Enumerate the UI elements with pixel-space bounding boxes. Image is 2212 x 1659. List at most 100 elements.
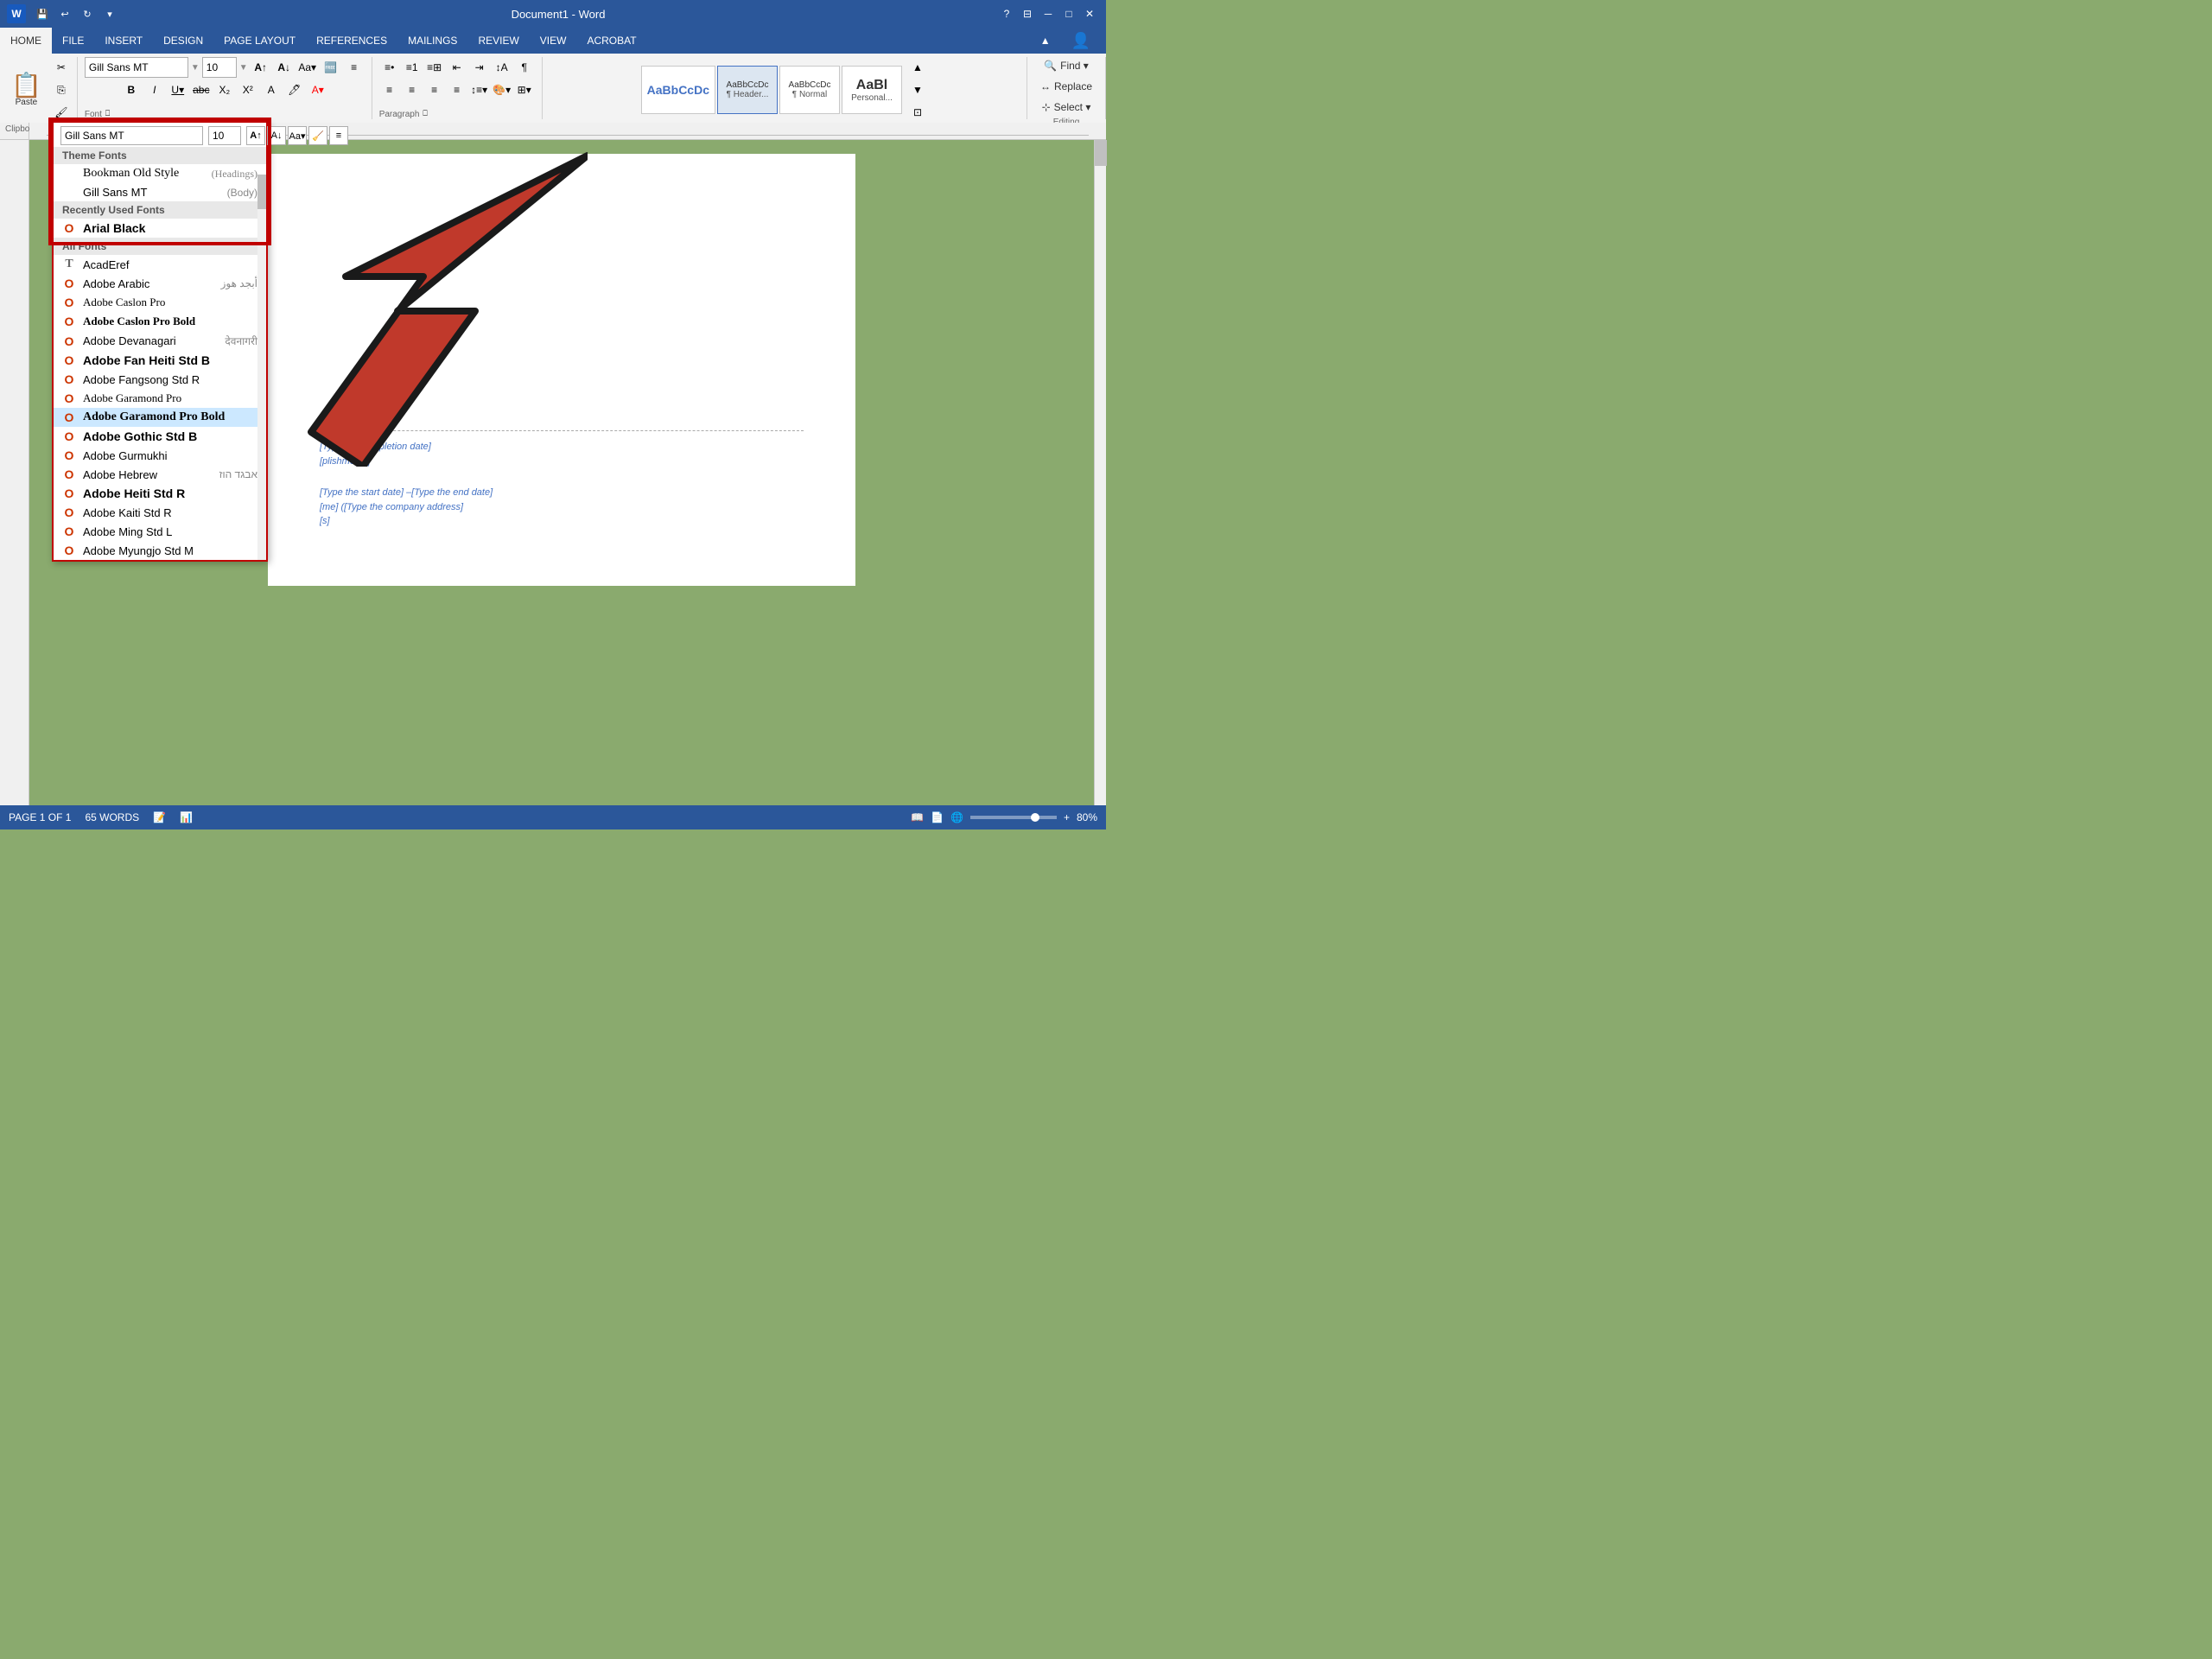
font-item-gillsans[interactable]: Gill Sans MT (Body) — [54, 183, 266, 201]
styles-more-btn[interactable]: ⊡ — [907, 102, 928, 123]
save-quick-btn[interactable]: 💾 — [33, 4, 52, 23]
text-effects-btn[interactable]: A — [261, 79, 282, 100]
find-btn[interactable]: 🔍 Find ▾ — [1038, 57, 1095, 74]
font-item-adobe-fanheiti[interactable]: O Adobe Fan Heiti Std B — [54, 351, 266, 370]
superscript-btn[interactable]: X² — [238, 79, 258, 100]
read-mode-icon[interactable]: 📖 — [911, 811, 924, 823]
bullets-btn[interactable]: ≡ — [344, 57, 365, 78]
tab-home[interactable]: HOME — [0, 28, 52, 54]
shading-btn[interactable]: 🎨▾ — [492, 79, 512, 100]
macro-icon[interactable]: 📊 — [180, 811, 193, 823]
font-item-adobe-devanagari[interactable]: O Adobe Devanagari देवनागरी — [54, 331, 266, 351]
ribbon-display-btn[interactable]: ⊟ — [1018, 4, 1037, 23]
font-item-adobe-heiti[interactable]: O Adobe Heiti Std R — [54, 484, 266, 503]
dropdown-scroll-thumb[interactable] — [257, 175, 266, 209]
vertical-scrollbar[interactable] — [1094, 140, 1106, 805]
styles-scroll-down[interactable]: ▼ — [907, 79, 928, 100]
change-case-btn[interactable]: Aa▾ — [297, 57, 318, 78]
tab-view[interactable]: VIEW — [530, 28, 577, 54]
tab-acrobat[interactable]: ACROBAT — [576, 28, 646, 54]
line-spacing-btn[interactable]: ↕≡▾ — [469, 79, 490, 100]
font-item-adobe-garamond[interactable]: O Adobe Garamond Pro — [54, 389, 266, 408]
font-item-bookman[interactable]: Bookman Old Style (Headings) — [54, 164, 266, 183]
replace-btn[interactable]: ↔ Replace — [1034, 78, 1098, 95]
align-right-btn[interactable]: ≡ — [424, 79, 445, 100]
font-item-adobe-gurmukhi[interactable]: O Adobe Gurmukhi — [54, 446, 266, 465]
increase-font-btn[interactable]: A↑ — [251, 57, 271, 78]
justify-btn[interactable]: ≡ — [447, 79, 467, 100]
font-color-btn[interactable]: A▾ — [308, 79, 328, 100]
bold-btn[interactable]: B — [121, 79, 142, 100]
minimize-btn[interactable]: ─ — [1039, 4, 1058, 23]
style-header[interactable]: AaBbCcDc ¶ Header... — [717, 66, 778, 114]
font-item-adobe-fangsong[interactable]: O Adobe Fangsong Std R — [54, 370, 266, 389]
proofing-icon[interactable]: 📝 — [153, 811, 166, 823]
restore-btn[interactable]: □ — [1059, 4, 1078, 23]
tab-file[interactable]: FILE — [52, 28, 94, 54]
style-aabi[interactable]: AaBl Personal... — [842, 66, 902, 114]
clear-btn[interactable]: 🧹 — [308, 126, 327, 145]
tab-references[interactable]: REFERENCES — [306, 28, 397, 54]
user-icon[interactable]: 👤 — [1061, 28, 1101, 54]
help-btn[interactable]: ? — [997, 4, 1016, 23]
zoom-thumb[interactable] — [1031, 813, 1039, 822]
select-btn[interactable]: ⊹ Select ▾ — [1036, 99, 1097, 116]
zoom-slider[interactable] — [970, 816, 1057, 819]
font-item-adobe-kaiti[interactable]: O Adobe Kaiti Std R — [54, 503, 266, 522]
font-item-acadEref[interactable]: T AcadEref — [54, 255, 266, 274]
shrink-font-btn[interactable]: A↓ — [267, 126, 286, 145]
tab-insert[interactable]: INSERT — [94, 28, 153, 54]
font-item-adobe-gothic[interactable]: O Adobe Gothic Std B — [54, 427, 266, 446]
style-normal[interactable]: AaBbCcDc ¶ Normal — [779, 66, 840, 114]
dropdown-scrollbar[interactable] — [257, 175, 266, 560]
list-btn[interactable]: ≡ — [329, 126, 348, 145]
font-item-adobe-ming[interactable]: O Adobe Ming Std L — [54, 522, 266, 541]
font-item-adobe-hebrew[interactable]: O Adobe Hebrew אבגד הוז — [54, 465, 266, 484]
show-formatting-btn[interactable]: ¶ — [514, 57, 535, 78]
font-name-dropdown-btn[interactable]: ▼ — [191, 63, 200, 73]
underline-btn[interactable]: U▾ — [168, 79, 188, 100]
tab-mailings[interactable]: MAILINGS — [397, 28, 467, 54]
clear-formatting-btn[interactable]: 🆓 — [321, 57, 341, 78]
close-btn[interactable]: ✕ — [1080, 4, 1099, 23]
font-item-adobe-caslon[interactable]: O Adobe Caslon Pro — [54, 293, 266, 312]
font-size-dropdown-btn[interactable]: ▼ — [239, 63, 248, 73]
subscript-btn[interactable]: X₂ — [214, 79, 235, 100]
copy-button[interactable]: ⎘ — [51, 79, 72, 100]
format-painter-button[interactable]: 🖌 — [51, 102, 72, 123]
decrease-font-btn[interactable]: A↓ — [274, 57, 295, 78]
style-aabbccddc[interactable]: AaBbCcDc — [641, 66, 715, 114]
text-highlight-btn[interactable]: 🖊 — [284, 79, 305, 100]
font-size-selector[interactable]: 10 — [202, 57, 237, 78]
redo-btn[interactable]: ↻ — [78, 4, 97, 23]
customize-quick-btn[interactable]: ▾ — [100, 4, 119, 23]
aa-btn[interactable]: Aa▾ — [288, 126, 307, 145]
font-size-input[interactable] — [208, 126, 241, 145]
multilevel-list-btn[interactable]: ≡⊞ — [424, 57, 445, 78]
font-name-selector[interactable]: Gill Sans MT — [85, 57, 188, 78]
tab-design[interactable]: DESIGN — [153, 28, 213, 54]
grow-font-btn[interactable]: A↑ — [246, 126, 265, 145]
italic-btn[interactable]: I — [144, 79, 165, 100]
paste-button[interactable]: 📋 Paste — [5, 69, 48, 111]
font-item-adobe-garamond-bold[interactable]: O Adobe Garamond Pro Bold — [54, 408, 266, 427]
align-left-btn[interactable]: ≡ — [379, 79, 400, 100]
font-dialog-btn[interactable]: ⎕ — [105, 109, 110, 118]
sort-btn[interactable]: ↕A — [492, 57, 512, 78]
undo-btn[interactable]: ↩ — [55, 4, 74, 23]
font-item-adobe-arabic[interactable]: O Adobe Arabic أبجد هوز — [54, 274, 266, 293]
align-center-btn[interactable]: ≡ — [402, 79, 423, 100]
tab-page-layout[interactable]: PAGE LAYOUT — [213, 28, 306, 54]
styles-scroll-up[interactable]: ▲ — [907, 57, 928, 78]
web-layout-icon[interactable]: 🌐 — [950, 811, 963, 823]
collapse-ribbon-btn[interactable]: ▲ — [1030, 28, 1061, 54]
font-item-adobe-myungjo[interactable]: O Adobe Myungjo Std M — [54, 541, 266, 560]
bullets-list-btn[interactable]: ≡• — [379, 57, 400, 78]
borders-btn[interactable]: ⊞▾ — [514, 79, 535, 100]
print-layout-icon[interactable]: 📄 — [931, 811, 944, 823]
cut-button[interactable]: ✂ — [51, 57, 72, 78]
font-item-arialblack[interactable]: O Arial Black — [54, 219, 266, 238]
increase-indent-btn[interactable]: ⇥ — [469, 57, 490, 78]
font-name-input[interactable] — [60, 126, 203, 145]
decrease-indent-btn[interactable]: ⇤ — [447, 57, 467, 78]
